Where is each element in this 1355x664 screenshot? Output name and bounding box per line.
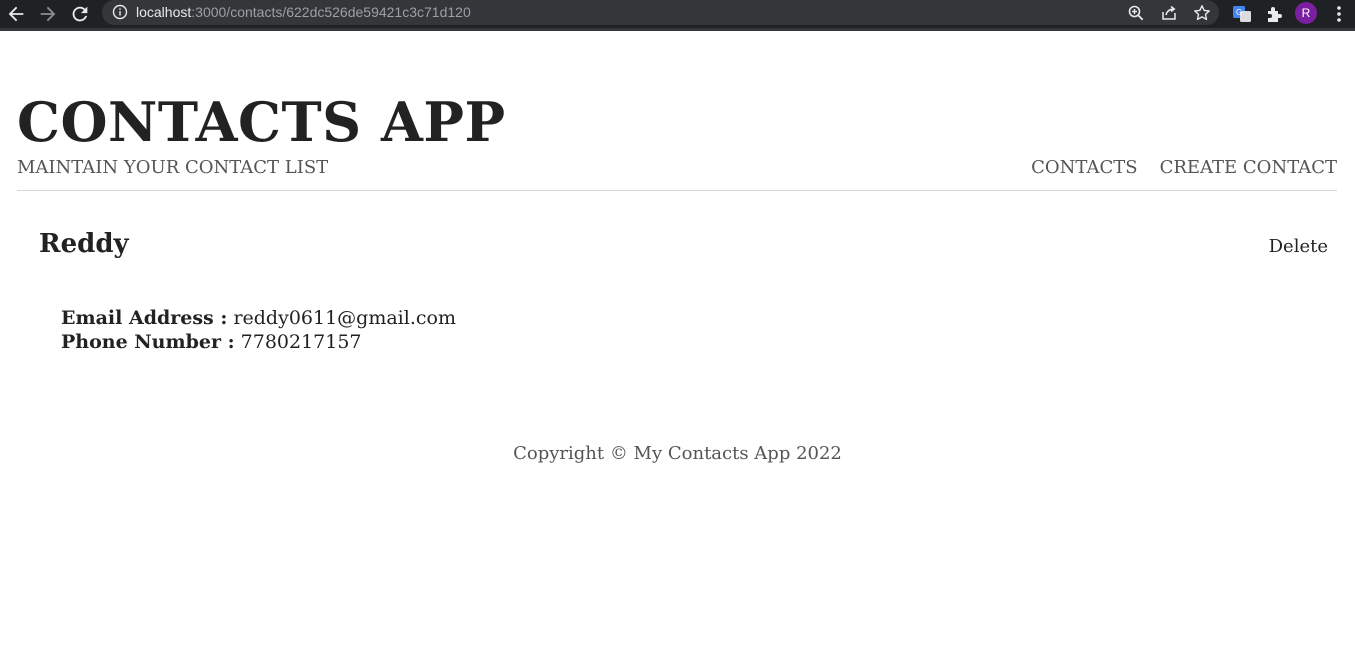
nav-create-contact-link[interactable]: CREATE CONTACT bbox=[1160, 157, 1337, 178]
zoom-icon[interactable] bbox=[1126, 3, 1146, 23]
phone-value: 7780217157 bbox=[240, 331, 362, 353]
footer-copyright: Copyright © My Contacts App 2022 bbox=[513, 443, 842, 464]
share-icon[interactable] bbox=[1159, 3, 1179, 23]
profile-avatar[interactable]: R bbox=[1295, 2, 1317, 24]
app-subtitle: MAINTAIN YOUR CONTACT LIST bbox=[17, 157, 329, 178]
reload-icon[interactable] bbox=[69, 3, 91, 25]
site-info-icon[interactable] bbox=[112, 4, 128, 20]
forward-arrow-icon[interactable] bbox=[37, 3, 59, 25]
site-header: CONTACTS APP MAINTAIN YOUR CONTACT LIST … bbox=[17, 62, 1337, 191]
address-bar[interactable]: localhost:3000/contacts/622dc526de59421c… bbox=[102, 0, 1219, 25]
email-value: reddy0611@gmail.com bbox=[233, 307, 456, 329]
url-path: :3000/contacts/622dc526de59421c3c71d120 bbox=[191, 4, 471, 20]
phone-label: Phone Number : bbox=[61, 331, 235, 353]
bookmark-star-icon[interactable] bbox=[1192, 3, 1212, 23]
email-row: Email Address : reddy0611@gmail.com bbox=[61, 306, 456, 330]
delete-button[interactable]: Delete bbox=[1269, 235, 1328, 259]
svg-text:G: G bbox=[1236, 8, 1242, 17]
email-label: Email Address : bbox=[61, 307, 228, 329]
browser-toolbar: localhost:3000/contacts/622dc526de59421c… bbox=[0, 0, 1355, 31]
main-nav: CONTACTS CREATE CONTACT bbox=[1009, 157, 1337, 179]
phone-row: Phone Number : 7780217157 bbox=[61, 330, 456, 354]
url-text[interactable]: localhost:3000/contacts/622dc526de59421c… bbox=[136, 4, 471, 20]
app-title: CONTACTS APP bbox=[17, 90, 506, 154]
browser-menu-icon[interactable] bbox=[1330, 3, 1348, 25]
translate-extension-icon[interactable]: G bbox=[1231, 3, 1253, 25]
contact-details: Email Address : reddy0611@gmail.com Phon… bbox=[61, 306, 456, 354]
contact-name-heading: Reddy bbox=[39, 229, 129, 259]
extensions-puzzle-icon[interactable] bbox=[1263, 3, 1285, 25]
back-arrow-icon[interactable] bbox=[5, 3, 27, 25]
nav-contacts-link[interactable]: CONTACTS bbox=[1031, 157, 1137, 178]
url-host: localhost bbox=[136, 4, 192, 20]
